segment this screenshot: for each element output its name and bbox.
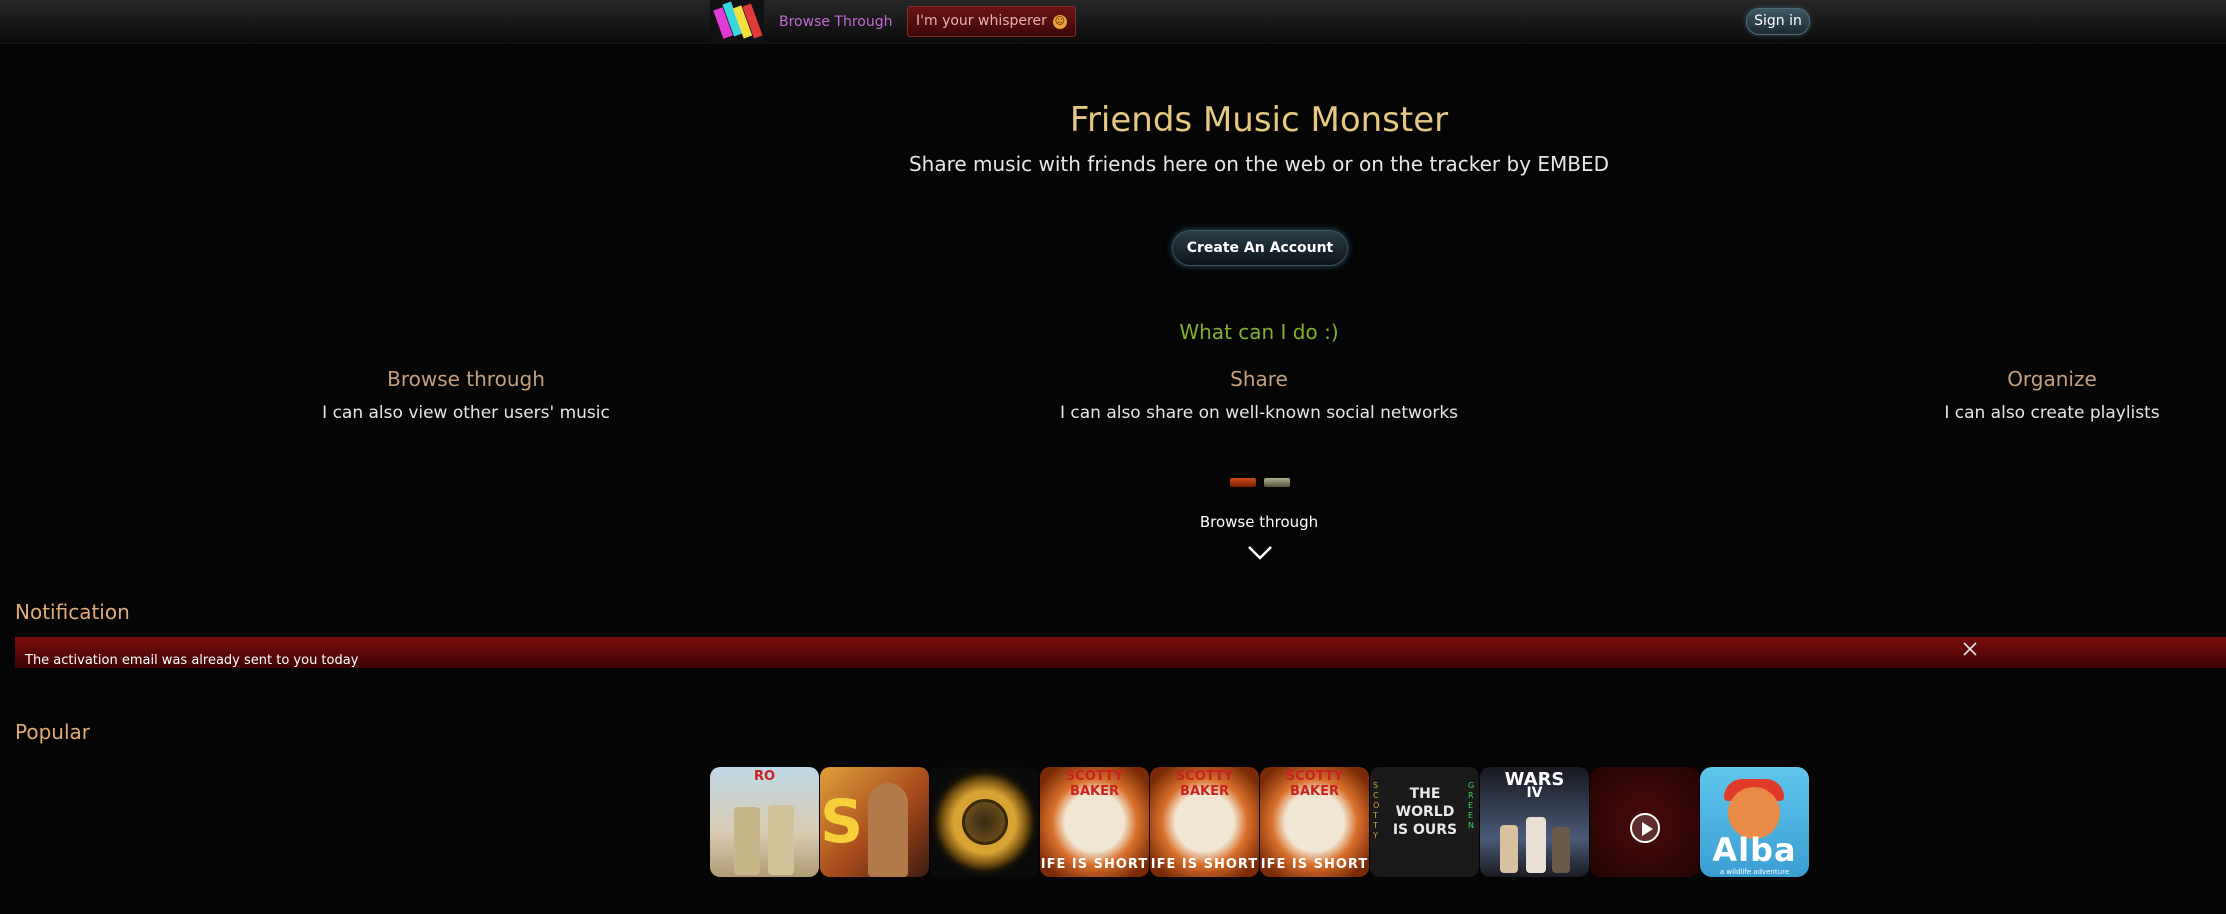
cover-subtitle: IFE IS SHORT <box>1150 857 1259 872</box>
feature-browse: Browse through I can also view other use… <box>166 367 766 423</box>
feature-share: Share I can also share on well-known soc… <box>959 367 1559 423</box>
album-cover-5[interactable]: SCOTTY BAKER IFE IS SHORT <box>1150 767 1259 877</box>
features-heading: What can I do :) <box>1179 320 1339 344</box>
whisperer-button-label: I'm your whisperer <box>916 13 1047 29</box>
whisperer-button[interactable]: I'm your whisperer ☺ <box>907 6 1076 37</box>
site-logo[interactable] <box>710 0 764 44</box>
notification-banner: The activation email was already sent to… <box>15 637 2226 668</box>
cover-title-line: IS OURS <box>1392 822 1458 838</box>
album-cover-4[interactable]: SCOTTY BAKER IFE IS SHORT <box>1040 767 1149 877</box>
popular-heading: Popular <box>15 720 90 744</box>
cover-title: SCOTTY BAKER <box>1175 769 1234 799</box>
page-title: Friends Music Monster <box>1069 100 1449 140</box>
cover-subtitle: IV <box>1526 785 1543 801</box>
cover-title: RO <box>753 769 776 784</box>
notification-message: The activation email was already sent to… <box>25 653 359 668</box>
album-cover-6[interactable]: SCOTTY BAKER IFE IS SHORT <box>1260 767 1369 877</box>
feature-title: Organize <box>2007 367 2097 391</box>
create-account-button[interactable]: Create An Account <box>1172 230 1348 266</box>
album-cover-7[interactable]: THE WORLD IS OURS SCOTTY GREEN <box>1370 767 1479 877</box>
album-cover-8[interactable]: WARS IV <box>1480 767 1589 877</box>
cover-title: SCOTTY BAKER <box>1285 769 1344 799</box>
cover-subtitle: IFE IS SHORT <box>1260 857 1369 872</box>
album-cover-3[interactable] <box>930 767 1039 877</box>
feature-title: Share <box>1230 367 1288 391</box>
feature-description: I can also create playlists <box>1944 403 2160 423</box>
feature-title: Browse through <box>387 367 545 391</box>
feature-organize: Organize I can also create playlists <box>1752 367 2226 423</box>
album-cover-10[interactable]: Alba a wildlife adventure <box>1700 767 1809 877</box>
album-cover-1[interactable]: RO <box>710 767 819 877</box>
smiley-icon: ☺ <box>1052 14 1067 29</box>
cover-title-line: THE <box>1409 786 1441 802</box>
top-navigation-bar: Browse Through I'm your whisperer ☺ Sign… <box>0 0 2226 44</box>
cover-title-line: WORLD <box>1395 804 1455 820</box>
feature-description: I can also view other users' music <box>322 403 610 423</box>
play-icon[interactable] <box>1630 813 1660 843</box>
carousel-dot-2[interactable] <box>1264 478 1290 487</box>
cover-title: SCOTTY BAKER <box>1065 769 1124 799</box>
sign-in-button[interactable]: Sign in <box>1746 8 1810 35</box>
page-subtitle: Share music with friends here on the web… <box>908 152 1610 176</box>
cover-side-text: SCOTTY <box>1373 781 1380 840</box>
cover-title: S <box>820 787 864 857</box>
cover-subtitle: a wildlife adventure <box>1719 868 1790 876</box>
carousel-label: Browse through <box>1199 513 1319 531</box>
close-icon[interactable] <box>1962 641 1978 657</box>
album-cover-9[interactable] <box>1590 767 1699 877</box>
feature-description: I can also share on well-known social ne… <box>1059 403 1459 423</box>
cover-title: THE WORLD IS OURS <box>1382 785 1468 859</box>
browse-through-link[interactable]: Browse Through <box>779 14 893 30</box>
carousel-dot-1[interactable] <box>1230 478 1256 487</box>
cover-subtitle: IFE IS SHORT <box>1040 857 1149 872</box>
cover-title: Alba <box>1712 831 1797 869</box>
notification-heading: Notification <box>15 600 130 624</box>
chevron-down-icon[interactable] <box>1247 544 1273 562</box>
cover-side-text: GREEN <box>1468 781 1475 830</box>
album-cover-2[interactable]: S <box>820 767 929 877</box>
